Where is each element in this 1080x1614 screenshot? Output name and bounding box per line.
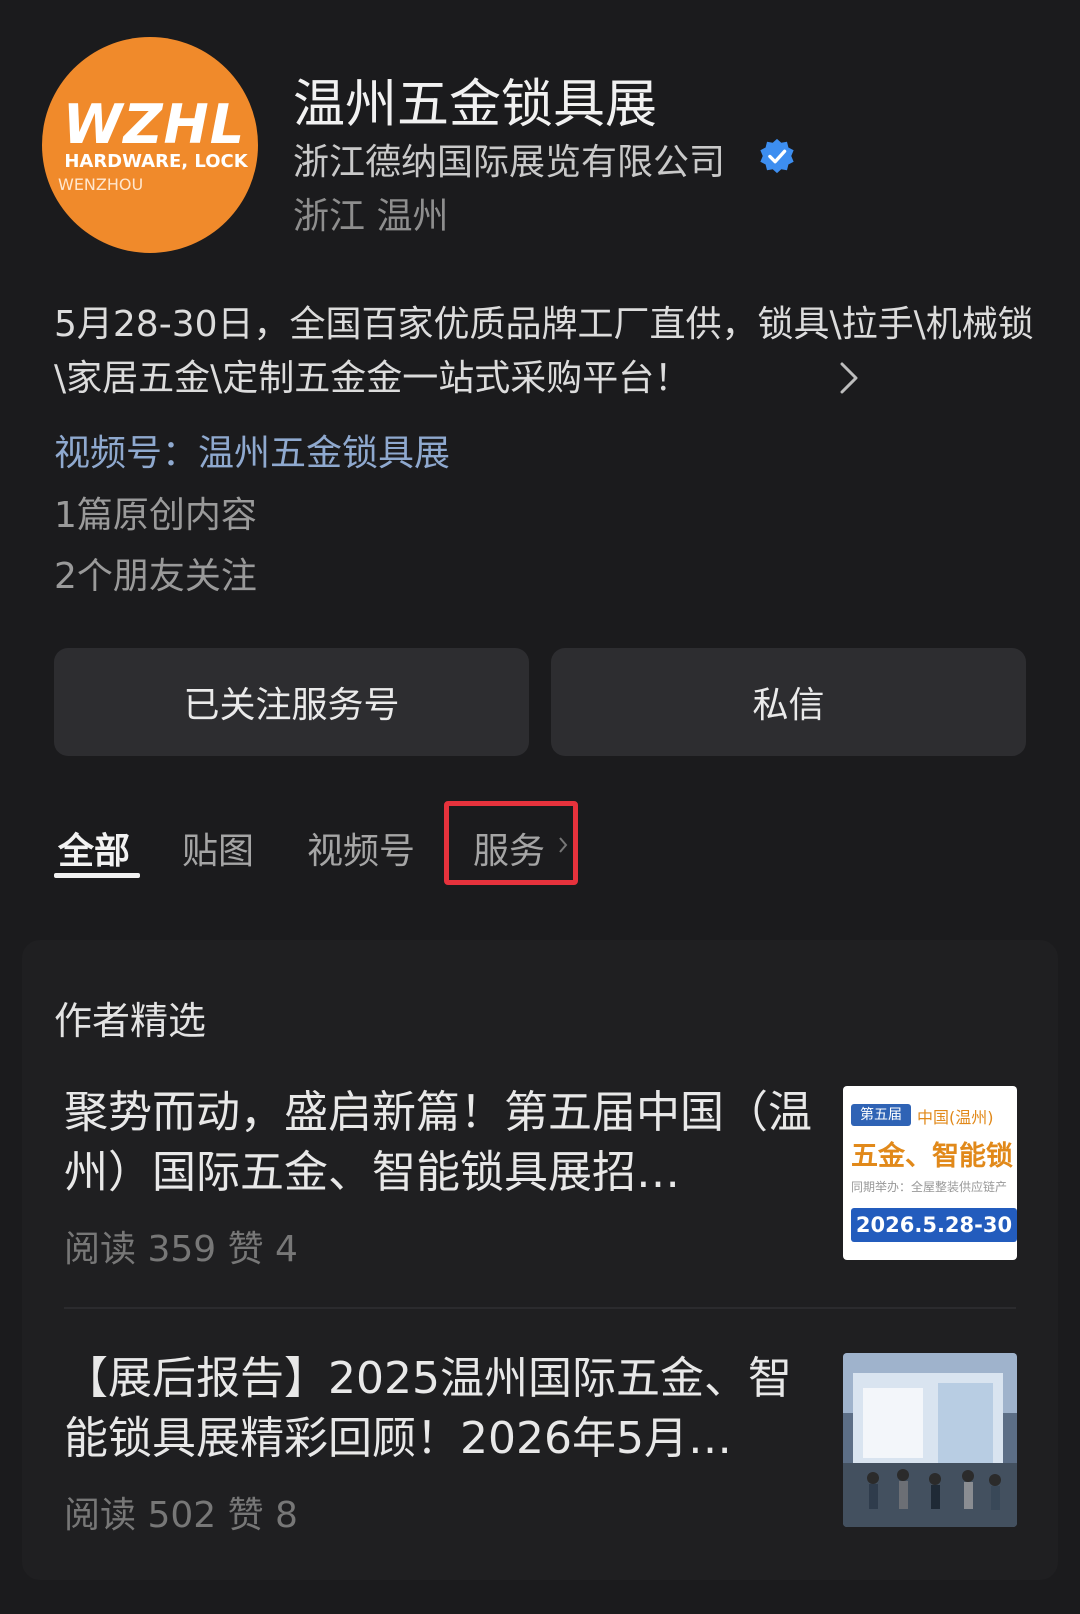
account-title: 温州五金锁具展 — [293, 75, 658, 135]
article-thumbnail[interactable]: 第五届 中国(温州) 五金、智能锁 同期举办：全屋整装供应链产 2026.5.2… — [843, 1086, 1017, 1260]
company-name[interactable]: 浙江德纳国际展览有限公司 — [293, 133, 725, 185]
tab-active-indicator — [54, 873, 140, 878]
logo-text-main: WZHL — [62, 93, 246, 156]
article-divider — [64, 1307, 1016, 1309]
account-avatar-logo[interactable]: WZHL HARDWARE, LOCK WENZHOU — [42, 37, 258, 253]
private-message-button[interactable]: 私信 — [551, 648, 1026, 756]
logo-text-sub: HARDWARE, LOCK — [64, 151, 248, 172]
logo-text-city: WENZHOU — [58, 175, 144, 194]
tab-images[interactable]: 贴图 — [182, 822, 254, 874]
thumbnail-headline: 五金、智能锁 — [851, 1141, 1013, 1172]
account-location: 浙江 温州 — [293, 196, 449, 237]
article-stats: 阅读 502 赞 8 — [64, 1495, 298, 1536]
article-stats: 阅读 359 赞 4 — [64, 1229, 298, 1270]
tab-all[interactable]: 全部 — [58, 822, 130, 874]
thumbnail-date: 2026.5.28-30 — [851, 1208, 1017, 1242]
author-picks-title: 作者精选 — [54, 999, 207, 1043]
original-content-count: 1篇原创内容 — [54, 495, 257, 536]
friends-following-count[interactable]: 2个朋友关注 — [54, 547, 257, 599]
exhibition-photo-thumbnail[interactable] — [843, 1353, 1017, 1527]
service-tab-highlight — [444, 801, 578, 885]
tab-video-channel[interactable]: 视频号 — [307, 822, 415, 874]
thumbnail-note: 同期举办：全屋整装供应链产 — [851, 1180, 1008, 1194]
account-description[interactable]: 5月28-30日，全国百家优质品牌工厂直供，锁具\拉手\机械锁\家居五金\定制五… — [54, 298, 1034, 406]
verified-badge-icon — [760, 138, 794, 174]
article-title[interactable]: 聚势而动，盛启新篇！第五届中国（温州）国际五金、智能锁具展招… — [64, 1083, 824, 1203]
article-title[interactable]: 【展后报告】2025温州国际五金、智能锁具展精彩回顾！2026年5月… — [64, 1349, 824, 1469]
video-channel-link[interactable]: 视频号：温州五金锁具展 — [54, 424, 450, 476]
thumbnail-subtitle: 中国(温州) — [917, 1108, 994, 1127]
thumbnail-badge: 第五届 — [851, 1104, 911, 1126]
chevron-right-icon[interactable] — [838, 361, 860, 395]
followed-service-account-button[interactable]: 已关注服务号 — [54, 648, 529, 756]
